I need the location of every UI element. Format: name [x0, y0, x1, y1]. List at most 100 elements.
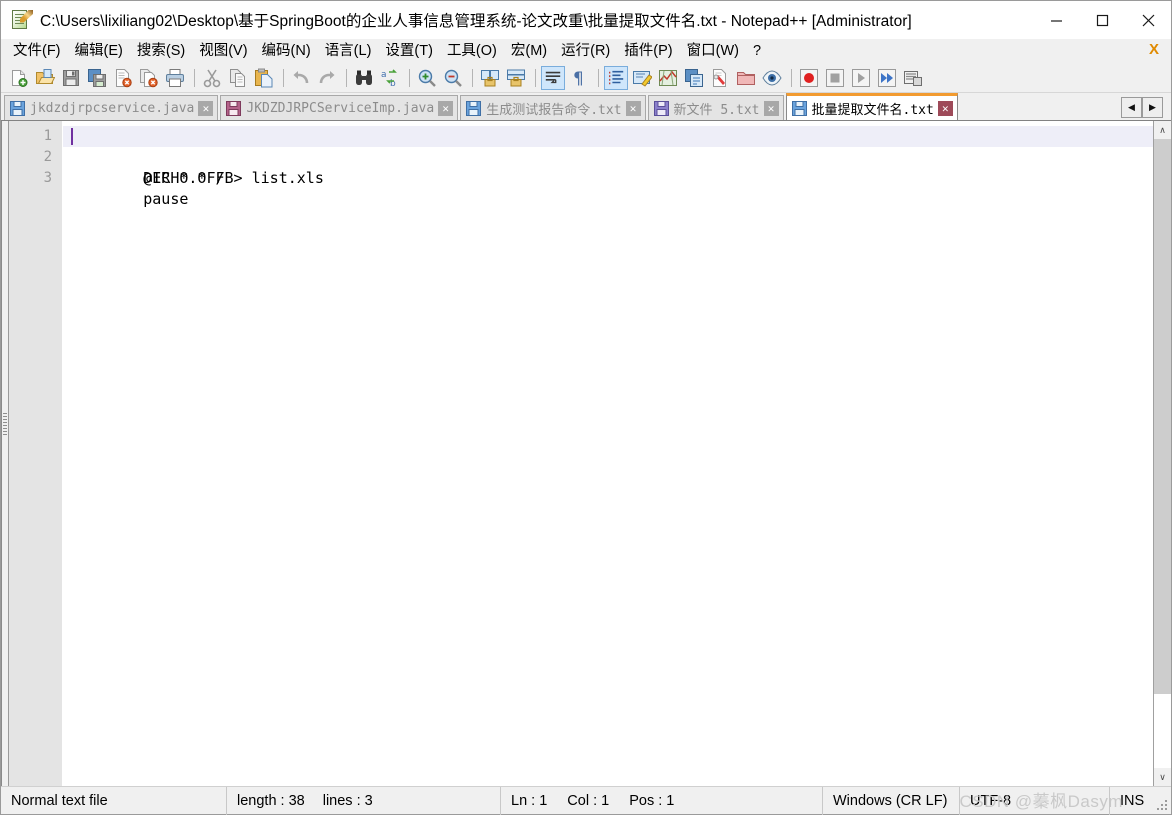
menu-run[interactable]: 运行(R) [554, 40, 617, 63]
undo-icon[interactable] [289, 66, 313, 90]
tab-close-button[interactable]: ✕ [625, 100, 641, 116]
record-macro-icon[interactable] [797, 66, 821, 90]
tab-piliang-tiqu-wenjianming-txt[interactable]: 批量提取文件名.txt ✕ [785, 93, 958, 120]
line-number: 2 [43, 149, 52, 165]
menu-window[interactable]: 窗口(W) [680, 40, 746, 63]
folder-as-workspace-icon[interactable] [734, 66, 758, 90]
menu-tools[interactable]: 工具(O) [440, 40, 504, 63]
status-lines: lines : 3 [322, 792, 373, 809]
minimize-button[interactable] [1033, 1, 1079, 39]
saved-document-icon [10, 100, 25, 116]
window-title: C:\Users\lixiliang02\Desktop\基于SpringBoo… [40, 12, 912, 30]
toolbar-separator [346, 68, 347, 87]
title-bar: C:\Users\lixiliang02\Desktop\基于SpringBoo… [1, 1, 1171, 39]
unsaved-document-icon [226, 100, 242, 116]
status-file-type: Normal text file [1, 786, 227, 815]
code-line[interactable]: pause [63, 168, 1153, 208]
function-list-icon[interactable] [682, 66, 706, 90]
menu-language[interactable]: 语言(L) [318, 40, 379, 63]
sync-horizontal-scroll-icon[interactable] [504, 66, 528, 90]
tab-jkdzdjrpcserviceimp-java[interactable]: JKDZDJRPCServiceImp.java ✕ [220, 95, 459, 120]
close-file-icon[interactable] [111, 66, 135, 90]
menu-encoding[interactable]: 编码(N) [255, 40, 318, 63]
tab-label: 批量提取文件名.txt [811, 102, 934, 118]
file-browser-icon[interactable] [708, 66, 732, 90]
user-defined-language-icon[interactable] [630, 66, 654, 90]
print-icon[interactable] [163, 66, 187, 90]
saved-document-icon [653, 100, 669, 116]
menu-view[interactable]: 视图(V) [192, 40, 254, 63]
tab-close-button[interactable]: ✕ [763, 100, 779, 116]
copy-icon[interactable] [226, 66, 250, 90]
tab-close-button[interactable]: ✕ [937, 100, 953, 116]
save-macro-icon[interactable] [901, 66, 925, 90]
find-icon[interactable] [352, 66, 376, 90]
tab-bar: jkdzdjrpcservice.java ✕ JKDZDJRPCService… [1, 93, 1171, 121]
tab-jkdzdjrpcservice-java[interactable]: jkdzdjrpcservice.java ✕ [4, 95, 219, 120]
code-line[interactable]: DIR *.* /B> list.xls [63, 147, 1153, 187]
menu-help[interactable]: ? [746, 40, 768, 63]
tab-shengcheng-ceshi-baogao-mingling-txt[interactable]: 生成测试报告命令.txt ✕ [460, 95, 646, 120]
scroll-up-button[interactable]: ∧ [1154, 121, 1171, 139]
vertical-scrollbar[interactable]: ∧ ∨ [1153, 121, 1171, 786]
close-document-button[interactable]: X [1149, 41, 1159, 58]
close-all-files-icon[interactable] [137, 66, 161, 90]
tab-label: 生成测试报告命令.txt [486, 102, 622, 118]
status-length: length : 38 [237, 792, 305, 809]
code-text-area[interactable]: @ECHO OFF DIR *.* /B> list.xls pause [63, 121, 1153, 786]
status-pos: Pos : 1 [629, 792, 675, 809]
menu-search[interactable]: 搜索(S) [130, 40, 192, 63]
svg-text:a: a [381, 70, 387, 80]
resize-grip[interactable] [1156, 799, 1168, 811]
saved-document-icon [791, 100, 807, 116]
maximize-button[interactable] [1079, 1, 1125, 39]
window-controls [1033, 1, 1171, 39]
toolbar-separator [598, 68, 599, 87]
status-eol-format[interactable]: Windows (CR LF) [823, 786, 960, 815]
zoom-in-icon[interactable] [415, 66, 439, 90]
line-number: 1 [43, 128, 52, 144]
notepad-plus-plus-icon [10, 9, 33, 31]
word-wrap-icon[interactable] [541, 65, 565, 90]
menu-macro[interactable]: 宏(M) [504, 40, 554, 63]
tab-scroll-left-button[interactable]: ◀ [1121, 97, 1142, 118]
status-encoding[interactable]: UTF-8 [960, 786, 1110, 815]
scrollbar-thumb[interactable] [1154, 139, 1171, 694]
redo-icon[interactable] [315, 66, 339, 90]
status-length-lines: length : 38 lines : 3 [227, 786, 501, 815]
scroll-down-button[interactable]: ∨ [1154, 768, 1171, 786]
close-button[interactable] [1125, 1, 1171, 39]
save-all-icon[interactable] [85, 66, 109, 90]
new-file-icon[interactable] [7, 66, 31, 90]
run-macro-multiple-icon[interactable] [875, 66, 899, 90]
code-line[interactable]: @ECHO OFF [63, 126, 1153, 187]
tab-close-button[interactable]: ✕ [438, 100, 454, 116]
cut-icon[interactable] [200, 66, 224, 90]
menu-file[interactable]: 文件(F) [6, 40, 68, 63]
indent-guide-icon[interactable] [604, 65, 628, 90]
tab-xinwenjian-5-txt[interactable]: 新文件 5.txt ✕ [647, 95, 784, 120]
tab-label: jkdzdjrpcservice.java [30, 100, 195, 116]
tab-scroll-right-button[interactable]: ▶ [1142, 97, 1163, 118]
playback-macro-icon[interactable] [849, 66, 873, 90]
paste-icon[interactable] [252, 66, 276, 90]
text-caret [71, 128, 73, 145]
show-all-characters-icon[interactable]: ¶ [567, 66, 591, 90]
status-caret-position: Ln : 1 Col : 1 Pos : 1 [501, 786, 823, 815]
open-file-icon[interactable] [33, 66, 57, 90]
menu-plugins[interactable]: 插件(P) [617, 40, 679, 63]
stop-recording-icon[interactable] [823, 66, 847, 90]
document-map-icon[interactable] [656, 66, 680, 90]
docked-panel-splitter[interactable] [2, 121, 9, 786]
sync-vertical-scroll-icon[interactable] [478, 66, 502, 90]
tab-close-button[interactable]: ✕ [198, 100, 214, 116]
save-icon[interactable] [59, 66, 83, 90]
replace-icon[interactable]: a b [378, 66, 402, 90]
menu-edit[interactable]: 编辑(E) [68, 40, 130, 63]
status-col: Col : 1 [567, 792, 610, 809]
scrollbar-track[interactable] [1154, 139, 1171, 768]
monitoring-icon[interactable] [760, 66, 784, 90]
menu-settings[interactable]: 设置(T) [378, 40, 440, 63]
zoom-out-icon[interactable] [441, 66, 465, 90]
status-bar: Normal text file length : 38 lines : 3 L… [1, 786, 1171, 815]
